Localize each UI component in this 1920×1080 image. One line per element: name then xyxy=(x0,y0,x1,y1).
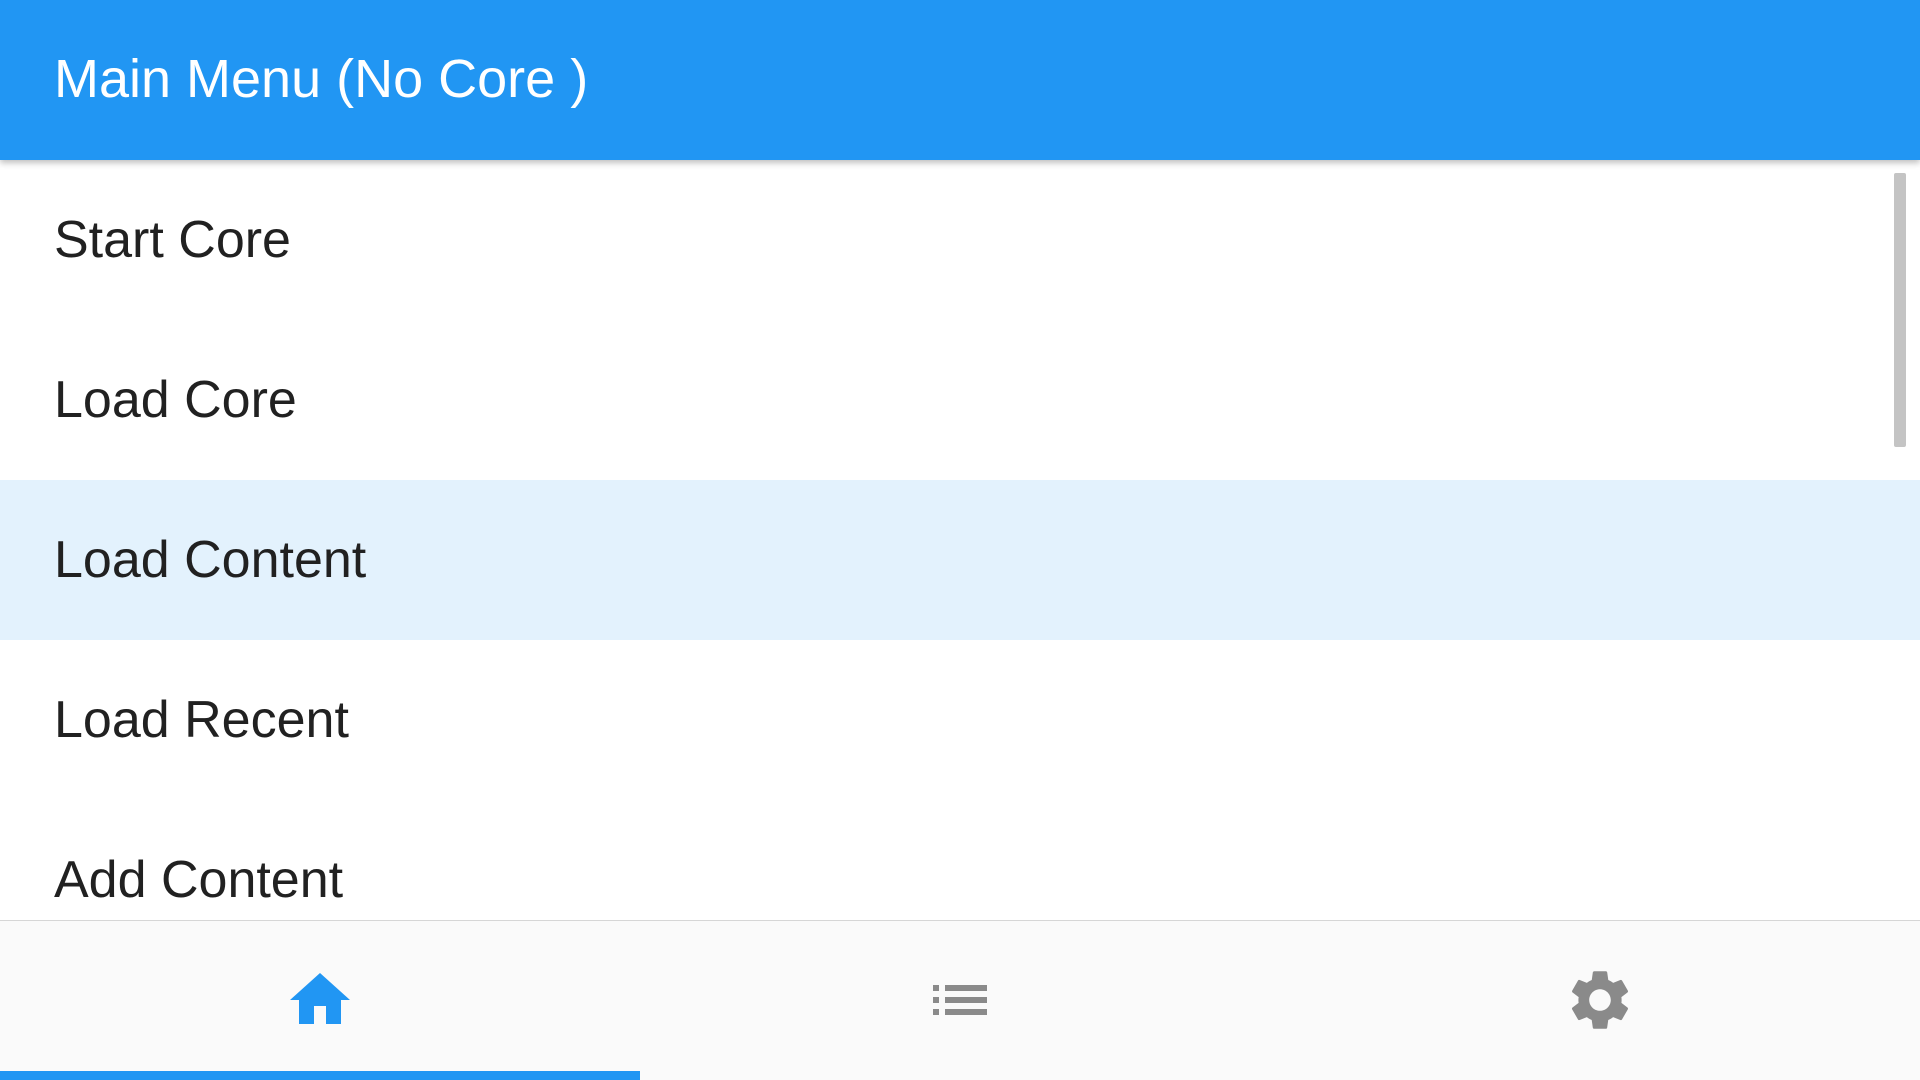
tab-main-menu[interactable] xyxy=(0,921,640,1080)
menu-item-load-recent[interactable]: Load Recent xyxy=(0,640,1920,800)
menu-item-label: Start Core xyxy=(54,211,291,269)
list-icon xyxy=(933,985,987,1015)
app-bar: Main Menu (No Core ) xyxy=(0,0,1920,160)
menu-item-load-content[interactable]: Load Content xyxy=(0,480,1920,640)
menu-item-label: Load Recent xyxy=(54,691,349,749)
gear-icon xyxy=(1571,971,1629,1029)
tab-settings[interactable] xyxy=(1280,921,1920,1080)
app-window: Main Menu (No Core ) Start Core Load Cor… xyxy=(0,0,1920,1080)
menu-item-label: Load Core xyxy=(54,371,297,429)
menu-item-start-core[interactable]: Start Core xyxy=(0,160,1920,320)
menu-item-label: Add Content xyxy=(54,851,344,909)
main-menu-list[interactable]: Start Core Load Core Load Content Load R… xyxy=(0,160,1920,920)
scrollbar-thumb[interactable] xyxy=(1894,173,1906,447)
tab-playlists[interactable] xyxy=(640,921,1280,1080)
menu-item-label: Load Content xyxy=(54,531,367,589)
home-icon xyxy=(290,973,350,1024)
menu-item-load-core[interactable]: Load Core xyxy=(0,320,1920,480)
active-tab-indicator xyxy=(0,1071,640,1080)
menu-item-add-content[interactable]: Add Content xyxy=(0,800,1920,920)
bottom-navigation xyxy=(0,920,1920,1080)
page-title: Main Menu (No Core ) xyxy=(54,49,589,109)
